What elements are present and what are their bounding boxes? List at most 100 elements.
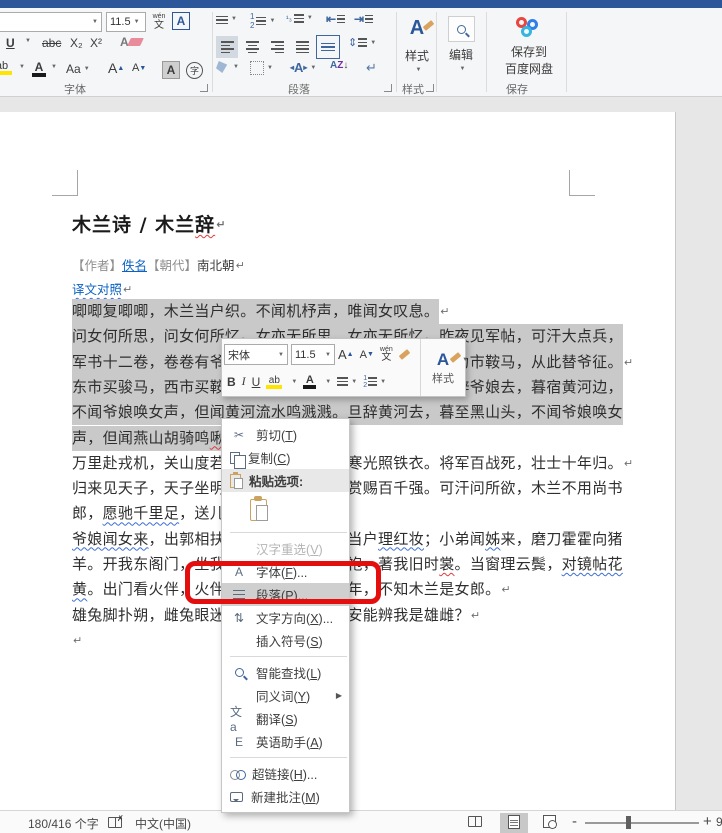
character-border-button[interactable]: A <box>172 12 190 30</box>
mini-bold-button[interactable]: B <box>224 371 239 393</box>
doc-line[interactable]: 译文对照↵ <box>72 281 132 299</box>
change-case-button[interactable]: Aa▼ <box>66 62 90 76</box>
align-center-button[interactable] <box>241 36 263 58</box>
mini-font-name-combo[interactable]: 宋体▼ <box>224 344 288 365</box>
font-size-combo[interactable]: 11.5▼ <box>106 12 146 32</box>
menu-item-english-assistant[interactable]: E英语助手(A) <box>222 730 349 753</box>
mini-font-color-button[interactable]: A <box>300 371 319 393</box>
paragraph-dialog-launcher[interactable] <box>384 84 392 92</box>
mini-italic-button[interactable]: I <box>239 371 249 393</box>
multilevel-list-button[interactable]: ¹₃▼ <box>286 12 313 25</box>
read-mode-button[interactable] <box>468 816 482 830</box>
increase-indent-button[interactable]: ⇥ <box>354 12 373 26</box>
character-scaling-button[interactable]: ◂A▸▼ <box>290 60 316 75</box>
doc-link[interactable]: 佚名 <box>122 257 147 275</box>
doc-text: 南北朝 <box>197 257 235 275</box>
line-spacing-button[interactable]: ⇕▼ <box>348 36 376 49</box>
shrink-font-button[interactable]: A▼ <box>132 62 146 74</box>
chevron-down-icon: ▼ <box>92 19 98 25</box>
menu-item-cut[interactable]: ✂剪切(T) <box>222 423 349 446</box>
doc-line[interactable]: ↵ <box>72 628 83 653</box>
doc-line[interactable]: 万里赴戎机，关山度若飞。朔气传金柝，寒光照铁衣。将军百战死，壮士十年归。↵ <box>72 451 633 476</box>
phonetic-guide-button[interactable]: wén 文 <box>148 11 170 33</box>
mini-highlight-dropdown[interactable]: ▼ <box>285 371 300 393</box>
zoom-in-button[interactable]: + <box>703 813 712 830</box>
subscript-button[interactable]: X₂ <box>70 36 83 50</box>
font-group-label: 字体 <box>64 81 86 97</box>
font-dialog-launcher[interactable] <box>200 84 208 92</box>
font-color-dropdown[interactable]: ▼ <box>48 64 57 70</box>
superscript-button[interactable]: X² <box>90 36 102 50</box>
enclose-characters-button[interactable]: 字 <box>186 62 203 79</box>
mini-font-size-combo[interactable]: 11.5▼ <box>291 344 335 365</box>
paragraph-mark: ↵ <box>500 577 511 602</box>
mini-bullet-list-button[interactable]: ▼ <box>334 371 360 393</box>
menu-item-paste-keep-source[interactable] <box>222 492 349 528</box>
distribute-button[interactable] <box>316 35 340 59</box>
doc-link[interactable]: 译文对照 <box>72 281 122 299</box>
status-bar: 180/416 个字 ✗ 中文(中国) - + 90 <box>0 810 722 833</box>
doc-line[interactable]: 唧唧复唧唧，木兰当户织。不闻机杼声，唯闻女叹息。↵ <box>72 299 450 324</box>
word-count[interactable]: 180/416 个字 <box>28 815 99 832</box>
font-color-button[interactable]: A <box>32 60 46 77</box>
menu-item-new-comment[interactable]: 新建批注(M) <box>222 785 349 808</box>
menu-item-translate[interactable]: 文a翻译(S) <box>222 707 349 730</box>
align-right-button[interactable] <box>266 36 288 58</box>
zoom-slider-handle[interactable] <box>626 816 631 829</box>
underline-dropdown[interactable]: ▼ <box>22 38 31 44</box>
align-right-icon <box>271 39 284 55</box>
menu-item-insert-symbol[interactable]: 插入符号(S) <box>222 629 349 652</box>
mini-shrink-font-button[interactable]: A▼ <box>357 344 377 366</box>
doc-text: 郎， <box>72 501 103 526</box>
paste-icon <box>230 474 241 488</box>
menu-item-text-direction[interactable]: ⇅文字方向(X)... <box>222 606 349 629</box>
highlight-dropdown[interactable]: ▼ <box>16 64 25 70</box>
mini-underline-button[interactable]: U <box>249 371 264 393</box>
sort-button[interactable]: AZ↓ <box>330 60 348 71</box>
mini-phonetic-button[interactable]: wén 文 <box>377 344 396 366</box>
text-highlight-button[interactable]: ab <box>0 60 12 75</box>
clear-formatting-button[interactable]: A <box>120 35 142 49</box>
shading-button[interactable]: ▼ <box>216 61 239 73</box>
language-status[interactable]: 中文(中国) <box>135 815 191 832</box>
doc-line[interactable]: 【作者】佚名【朝代】南北朝↵ <box>72 257 245 275</box>
mini-grow-font-button[interactable]: A▲ <box>335 344 357 366</box>
show-marks-button[interactable]: ↵ <box>366 60 377 76</box>
styles-dialog-launcher[interactable] <box>426 84 434 92</box>
numbered-list-button[interactable]: 12▼ <box>250 12 275 30</box>
mini-format-painter-button[interactable] <box>396 344 413 366</box>
save-to-baidu-button[interactable]: 保存到 百度网盘 <box>494 13 564 79</box>
mini-font-color-dropdown[interactable]: ▼ <box>319 371 334 393</box>
mini-numbered-list-button[interactable]: 12▼ <box>360 371 389 393</box>
menu-item-smart-lookup[interactable]: 智能查找(L) <box>222 661 349 684</box>
borders-button[interactable]: ▼ <box>250 61 273 75</box>
print-layout-button[interactable] <box>500 813 528 833</box>
menu-item-label: 超链接(H)... <box>252 764 317 783</box>
zoom-out-button[interactable]: - <box>572 813 577 830</box>
menu-item-hyperlink[interactable]: 超链接(H)... <box>222 762 349 785</box>
doc-text: 爷娘闻女来 <box>72 527 149 552</box>
bullet-list-button[interactable]: ▼ <box>216 12 237 26</box>
menu-item-label: 新建批注(M) <box>251 787 320 806</box>
grow-font-button[interactable]: A▲ <box>108 60 124 76</box>
doc-line[interactable]: 木兰诗 / 木兰辞↵ <box>72 212 226 238</box>
decrease-indent-button[interactable]: ⇤ <box>326 12 345 26</box>
mini-styles-button[interactable]: A ▼ 样式 <box>420 339 465 396</box>
menu-item-copy[interactable]: 复制(C) <box>222 446 349 469</box>
edit-button[interactable]: 编辑 ▼ <box>442 13 480 75</box>
underline-button[interactable]: U <box>6 36 15 50</box>
mini-highlight-button[interactable]: ab <box>263 371 285 393</box>
styles-button[interactable]: A 样式 ▼ <box>400 14 434 76</box>
character-shading-button[interactable]: A <box>162 61 180 79</box>
link-icon <box>230 769 244 779</box>
font-name-combo[interactable]: ▼ <box>0 12 102 32</box>
font-color-bar <box>32 73 46 77</box>
proofing-status-icon[interactable]: ✗ <box>108 817 122 831</box>
menu-item-hanzi-reselect[interactable]: 汉字重选(V) <box>222 537 349 560</box>
strikethrough-button[interactable]: abc <box>42 36 61 50</box>
align-left-button[interactable] <box>216 36 238 58</box>
zoom-slider-track[interactable] <box>585 822 699 824</box>
justify-button[interactable] <box>291 36 313 58</box>
zoom-percent[interactable]: 90 <box>716 815 722 829</box>
web-layout-button[interactable] <box>543 815 556 831</box>
